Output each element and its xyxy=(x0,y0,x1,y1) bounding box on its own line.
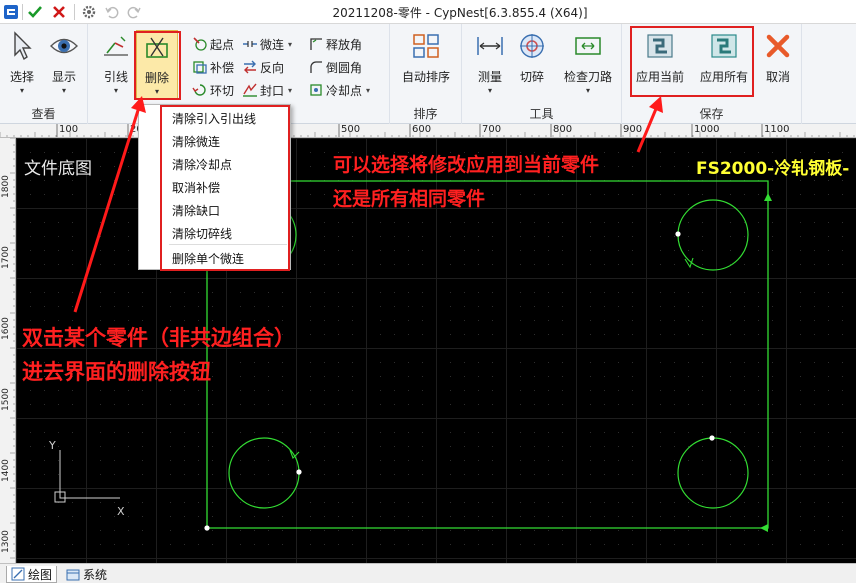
cooling-point-button[interactable]: 冷却点 ▾ xyxy=(308,80,370,100)
ruler-top-label: 1000 xyxy=(694,124,720,135)
eye-icon xyxy=(47,30,81,62)
release-angle-button[interactable]: 释放角 xyxy=(308,34,362,54)
annotation-box-save xyxy=(630,26,754,97)
chevron-down-icon: ▾ xyxy=(288,39,293,49)
document-label: 文件底图 xyxy=(24,159,92,179)
cooling-point-icon xyxy=(308,82,324,98)
system-icon xyxy=(66,568,80,582)
tab-system[interactable]: 系统 xyxy=(62,566,111,583)
ruler-left-label: 1500 xyxy=(1,388,11,411)
chevron-down-icon: ▾ xyxy=(19,86,24,95)
compensation-button[interactable]: 补偿 xyxy=(192,57,234,77)
cut-break-button[interactable]: 切碎 xyxy=(510,30,554,100)
display-label: 显示 xyxy=(51,70,76,84)
ruler-vertical: 1800 1700 1600 1500 1400 1300 xyxy=(0,138,16,563)
fillet-button[interactable]: 倒圆角 xyxy=(308,57,362,77)
annotation-top-line2: 还是所有相同零件 xyxy=(333,188,486,210)
auto-sort-label: 自动排序 xyxy=(401,70,450,84)
cancel-x-icon xyxy=(761,30,795,62)
micro-joint-icon xyxy=(242,36,258,52)
check-path-label: 检查刀路 xyxy=(563,70,612,84)
release-angle-icon xyxy=(308,36,324,52)
reverse-icon xyxy=(242,59,258,75)
ruler-left-label: 1800 xyxy=(1,175,11,198)
check-icon[interactable] xyxy=(26,3,44,21)
group-tools: 测量 ▾ 切碎 检查刀路 ▾ 工具 xyxy=(462,24,622,124)
cancel-label: 取消 xyxy=(765,70,790,84)
annotation-top-line1: 可以选择将修改应用到当前零件 xyxy=(333,154,600,176)
bottom-tab-bar: 绘图 系统 xyxy=(0,563,856,583)
lead-button[interactable]: 引线 ▾ xyxy=(94,30,138,100)
annotation-left-line1: 双击某个零件（非共边组合） xyxy=(22,326,295,350)
lead-label: 引线 xyxy=(103,70,128,84)
title-bar: 20211208-零件 - CypNest[6.3.855.4 (X64)] xyxy=(0,0,856,24)
start-point-button[interactable]: 起点 xyxy=(192,34,234,54)
ruler-top-label: 900 xyxy=(623,124,643,135)
cut-break-icon xyxy=(515,30,549,62)
measure-label: 测量 xyxy=(477,70,502,84)
select-label: 选择 xyxy=(9,70,34,84)
annotation-left-line2: 进去界面的删除按钮 xyxy=(22,360,211,384)
group-label-sort: 排序 xyxy=(413,107,438,121)
drawing-icon xyxy=(11,567,25,581)
group-view: 选择 ▾ 显示 ▾ 查看 xyxy=(0,24,88,124)
cancel-button[interactable]: 取消 xyxy=(756,30,800,100)
ruler-top-label: 1100 xyxy=(764,124,790,135)
micro-joint-button[interactable]: 微连 ▾ xyxy=(242,34,292,54)
group-label-save: 保存 xyxy=(699,107,724,121)
gear-icon[interactable] xyxy=(80,3,98,21)
check-path-icon xyxy=(571,30,605,62)
ruler-top-label: 700 xyxy=(482,124,502,135)
check-path-button[interactable]: 检查刀路 ▾ xyxy=(560,30,616,100)
undo-icon[interactable] xyxy=(104,3,120,21)
ruler-left-label: 1300 xyxy=(1,530,11,553)
redo-icon[interactable] xyxy=(126,3,142,21)
auto-sort-button[interactable]: 自动排序 xyxy=(398,30,454,100)
ruler-top-label: 100 xyxy=(59,124,79,135)
annotation-box-delete xyxy=(134,31,181,100)
compensation-icon xyxy=(192,59,208,75)
ruler-top-label: 800 xyxy=(553,124,573,135)
ruler-horizontal: 10020030040050060070080090010001100 xyxy=(0,124,856,138)
ruler-left-label: 1700 xyxy=(1,246,11,269)
material-label: FS2000-冷轧钢板- xyxy=(696,159,850,179)
ruler-measure-icon xyxy=(473,30,507,62)
ruler-left-label: 1600 xyxy=(1,317,11,340)
seal-button[interactable]: 封口 ▾ xyxy=(242,80,292,100)
close-x-icon[interactable] xyxy=(50,3,68,21)
ruler-left-label: 1400 xyxy=(1,459,11,482)
axis-y-label: Y xyxy=(49,439,56,452)
window-title: 20211208-零件 - CypNest[6.3.855.4 (X64)] xyxy=(332,6,588,20)
auto-sort-icon xyxy=(409,30,443,62)
reverse-button[interactable]: 反向 xyxy=(242,57,284,77)
axis-x-label: X xyxy=(117,505,125,518)
cursor-arrow-icon xyxy=(5,30,39,62)
chevron-down-icon: ▾ xyxy=(113,86,118,95)
fillet-icon xyxy=(308,59,324,75)
annotation-box-menu xyxy=(160,105,290,271)
chevron-down-icon: ▾ xyxy=(61,86,66,95)
display-button[interactable]: 显示 ▾ xyxy=(42,30,86,100)
chevron-down-icon: ▾ xyxy=(288,85,293,95)
lead-line-icon xyxy=(99,30,133,62)
start-point-icon xyxy=(192,36,208,52)
loop-cut-icon xyxy=(192,82,208,98)
tab-drawing[interactable]: 绘图 xyxy=(6,566,58,583)
chevron-down-icon: ▾ xyxy=(487,86,492,95)
group-label-tools: 工具 xyxy=(529,107,554,121)
app-logo-icon[interactable] xyxy=(2,3,20,21)
seal-icon xyxy=(242,82,258,98)
chevron-down-icon: ▾ xyxy=(585,86,590,95)
cut-break-label: 切碎 xyxy=(519,70,544,84)
select-button[interactable]: 选择 ▾ xyxy=(0,30,44,100)
loop-cut-button[interactable]: 环切 xyxy=(192,80,234,100)
measure-button[interactable]: 测量 ▾ xyxy=(468,30,512,100)
group-label-view: 查看 xyxy=(31,107,56,121)
ruler-top-label: 600 xyxy=(412,124,432,135)
group-sort: 自动排序 排序 xyxy=(390,24,462,124)
chevron-down-icon: ▾ xyxy=(366,85,371,95)
ruler-top-label: 500 xyxy=(341,124,361,135)
